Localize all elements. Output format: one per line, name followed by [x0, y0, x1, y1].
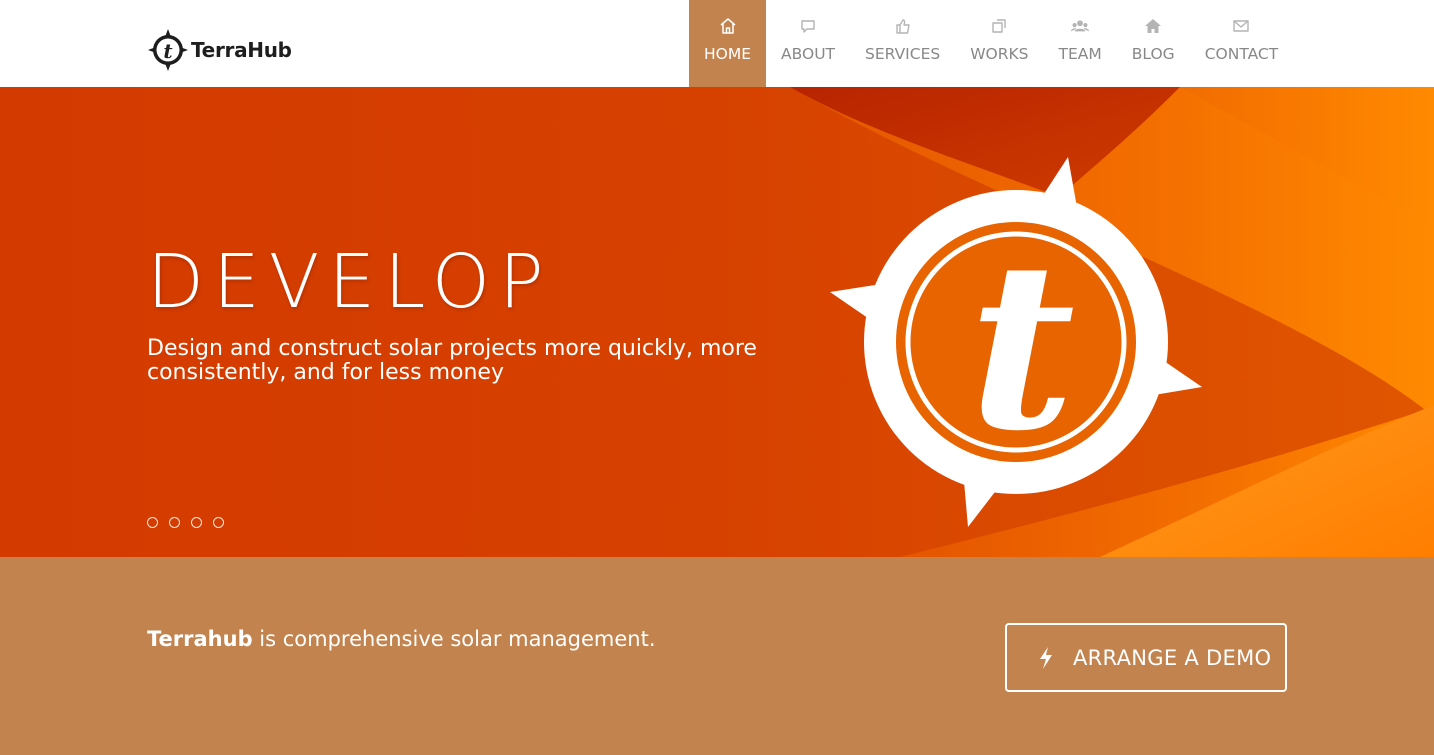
hero-subtitle: Design and construct solar projects more… — [147, 336, 757, 385]
arrange-demo-button[interactable]: ARRANGE A DEMO — [1005, 623, 1287, 692]
brand-name: TerraHub — [191, 38, 292, 62]
nav-label-about: ABOUT — [781, 45, 836, 63]
slider-dot-2[interactable] — [169, 517, 180, 528]
speech-bubble-icon — [799, 17, 817, 35]
main-nav: HOME ABOUT SERVICES WORKS TEAM BLOG CONT… — [689, 0, 1293, 87]
slider-dot-1[interactable] — [147, 517, 158, 528]
hero-slider: DEVELOP Design and construct solar proje… — [0, 87, 1434, 557]
slider-dot-3[interactable] — [191, 517, 202, 528]
nav-label-works: WORKS — [970, 45, 1029, 63]
compass-t-logo-icon: t — [148, 29, 188, 71]
copy-icon — [990, 17, 1008, 35]
house-solid-icon — [1144, 17, 1162, 35]
home-icon — [719, 17, 737, 35]
nav-label-services: SERVICES — [865, 45, 941, 63]
lightning-bolt-icon — [1037, 646, 1055, 670]
nav-item-about[interactable]: ABOUT — [766, 0, 850, 87]
site-header: t TerraHub HOME ABOUT SERVICES WORKS TEA… — [0, 0, 1434, 87]
nav-item-services[interactable]: SERVICES — [850, 0, 955, 87]
nav-item-team[interactable]: TEAM — [1044, 0, 1117, 87]
nav-item-works[interactable]: WORKS — [955, 0, 1043, 87]
envelope-icon — [1232, 17, 1250, 35]
nav-item-contact[interactable]: CONTACT — [1190, 0, 1294, 87]
group-icon — [1071, 17, 1090, 35]
cta-tagline-text: is comprehensive solar management. — [252, 627, 656, 651]
brand-logo[interactable]: t TerraHub — [147, 28, 292, 72]
nav-label-team: TEAM — [1058, 45, 1102, 63]
nav-label-contact: CONTACT — [1204, 45, 1279, 63]
thumbs-up-icon — [894, 17, 912, 35]
cta-band: Terrahub is comprehensive solar manageme… — [0, 557, 1434, 755]
nav-item-home[interactable]: HOME — [689, 0, 767, 87]
slider-dot-4[interactable] — [213, 517, 224, 528]
nav-label-home: HOME — [704, 45, 752, 63]
svg-text:t: t — [969, 212, 1075, 482]
hero-title: DEVELOP — [147, 239, 553, 325]
nav-item-blog[interactable]: BLOG — [1117, 0, 1190, 87]
cta-tagline: Terrahub is comprehensive solar manageme… — [147, 627, 656, 651]
nav-label-blog: BLOG — [1131, 45, 1175, 63]
slider-pagination — [147, 517, 224, 528]
compass-t-emblem-icon: t — [830, 157, 1202, 527]
arrange-demo-label: ARRANGE A DEMO — [1073, 645, 1272, 670]
svg-text:t: t — [163, 39, 173, 63]
cta-brand: Terrahub — [147, 627, 253, 651]
